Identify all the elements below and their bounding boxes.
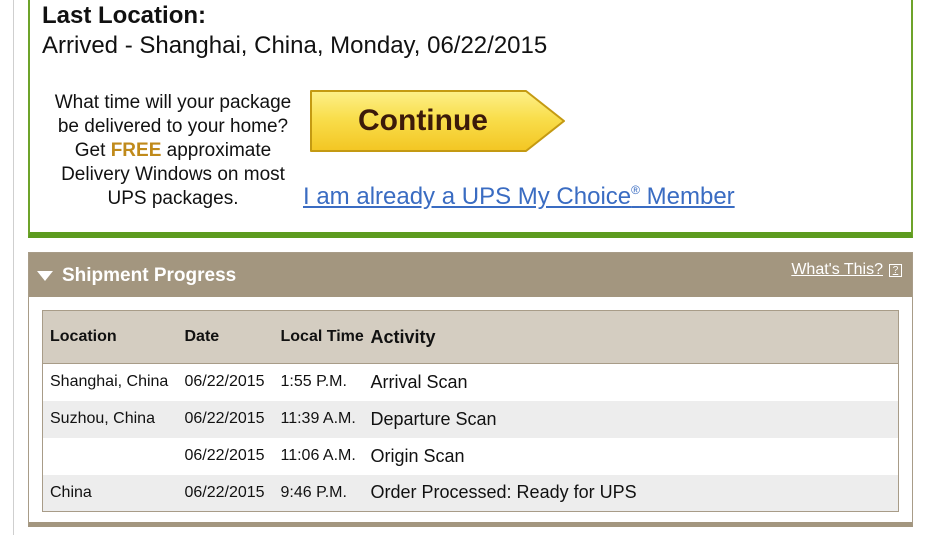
last-location-value: Arrived - Shanghai, China, Monday, 06/22… [42,32,548,59]
page: Last Location: Arrived - Shanghai, China… [0,0,941,535]
table-row: 06/22/2015 11:06 A.M. Origin Scan [42,437,899,475]
table-row: Suzhou, China 06/22/2015 11:39 A.M. Depa… [42,400,899,438]
row-location: Suzhou, China [42,400,178,438]
continue-button[interactable]: Continue [308,89,570,155]
shipment-progress-header: Shipment Progress What's This? ? [29,253,912,297]
my-choice-link-suffix: Member [639,183,735,210]
whats-this-link[interactable]: What's This? ? [791,261,902,279]
table-header-row: Location Date Local Time Activity [42,310,899,364]
row-activity: Origin Scan [364,437,899,475]
shipment-progress-toggle[interactable]: Shipment Progress [37,265,236,287]
shipment-progress-title: Shipment Progress [62,265,237,286]
collapse-triangle-icon [37,271,53,281]
row-activity: Arrival Scan [364,363,899,401]
my-choice-member-link[interactable]: I am already a UPS My Choice® Member [303,183,735,211]
column-header-activity: Activity [364,310,899,364]
table-row: China 06/22/2015 9:46 P.M. Order Process… [42,474,899,512]
row-time: 11:39 A.M. [273,400,365,438]
row-activity: Departure Scan [364,400,899,438]
row-date: 06/22/2015 [177,363,274,401]
delivery-promo-text: What time will your package be delivered… [42,91,304,211]
row-date: 06/22/2015 [177,474,274,512]
registered-mark: ® [631,183,640,197]
left-divider [13,0,14,535]
row-date: 06/22/2015 [177,400,274,438]
row-activity: Order Processed: Ready for UPS [364,474,899,512]
row-time: 11:06 A.M. [273,437,365,475]
row-location [42,437,178,475]
column-header-date: Date [177,310,274,364]
promo-free-label: FREE [110,140,162,161]
column-header-local-time: Local Time [273,310,365,364]
row-time: 1:55 P.M. [273,363,365,401]
column-header-location: Location [42,310,178,364]
row-time: 9:46 P.M. [273,474,365,512]
help-icon: ? [889,263,902,277]
last-location-title: Last Location: [42,2,207,29]
row-date: 06/22/2015 [177,437,274,475]
table-row: Shanghai, China 06/22/2015 1:55 P.M. Arr… [42,363,899,401]
last-location-panel: Last Location: Arrived - Shanghai, China… [28,0,913,238]
row-location: Shanghai, China [42,363,178,401]
my-choice-link-text: I am already a UPS My Choice [303,183,632,210]
shipment-progress-table: Location Date Local Time Activity Shangh… [42,310,899,512]
shipment-progress-panel: Shipment Progress What's This? ? Locatio… [28,252,913,527]
whats-this-label: What's This? [791,261,883,278]
row-location: China [42,474,178,512]
continue-label: Continue [358,104,488,137]
